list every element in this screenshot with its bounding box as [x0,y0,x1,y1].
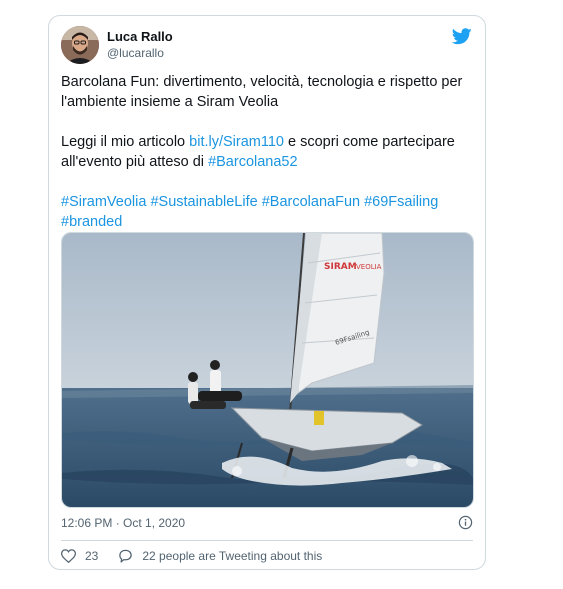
tweet-text-paragraph-1: Barcolana Fun: divertimento, velocità, t… [61,74,463,110]
tweet-actions: 23 22 people are Tweeting about this [61,547,342,565]
hashtag-link[interactable]: #SiramVeolia [61,194,146,210]
tweet-photo[interactable]: SIRAM VEOLIA 69Fsailing [61,232,474,508]
heart-icon [61,549,76,563]
avatar-image [61,26,99,64]
hashtag-link[interactable]: #branded [61,214,122,230]
speech-bubble-icon [119,549,133,563]
article-link[interactable]: bit.ly/Siram110 [189,134,284,150]
author-handle[interactable]: @lucarallo [107,46,164,60]
divider [61,540,473,541]
hashtag-link[interactable]: #Barcolana52 [208,154,298,170]
conversation-link[interactable]: 22 people are Tweeting about this [118,549,322,563]
tweet-timestamp[interactable]: 12:06 PM · Oct 1, 2020 [61,516,185,530]
info-icon[interactable] [458,515,473,530]
hashtag-link[interactable]: #69Fsailing [364,194,438,210]
tweet-text-paragraph-2: Leggi il mio articolo bit.ly/Siram110 e … [61,132,475,172]
like-button[interactable]: 23 [61,549,98,563]
tweet-text-segment: Leggi il mio articolo [61,134,190,150]
hashtag-link[interactable]: #BarcolanaFun [262,194,360,210]
tweet-text: Barcolana Fun: divertimento, velocità, t… [61,72,475,232]
avatar[interactable] [61,26,99,64]
hashtag-list: #SiramVeolia #SustainableLife #Barcolana… [61,192,475,232]
hashtag-link[interactable]: #SustainableLife [150,194,257,210]
twitter-bird-icon[interactable] [452,28,472,45]
embedded-tweet-card[interactable]: Luca Rallo @lucarallo Barcolana Fun: div… [48,15,486,570]
author-name[interactable]: Luca Rallo [107,29,173,44]
sail-brand-text: VEOLIA [356,263,382,271]
sailing-boat-photo: SIRAM VEOLIA 69Fsailing [62,233,473,507]
sail-brand-text: SIRAM [324,262,357,272]
people-tweeting-text: 22 people are Tweeting about this [142,549,323,563]
like-count: 23 [85,549,99,563]
